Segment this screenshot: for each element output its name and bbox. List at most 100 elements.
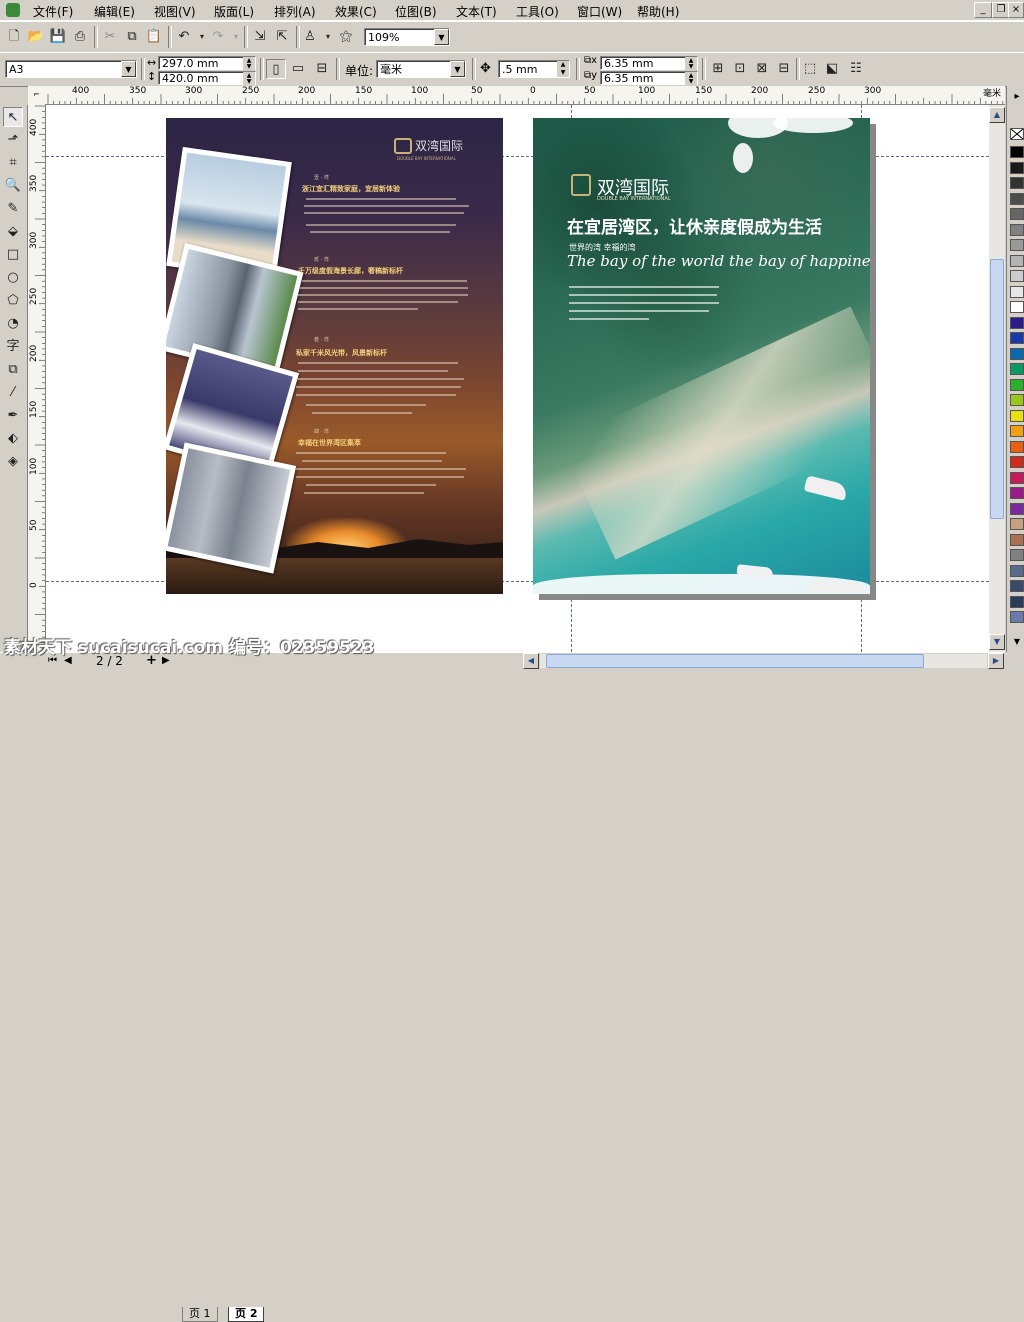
vertical-scroll-thumb[interactable] — [990, 259, 1004, 519]
page-layout-icon[interactable]: ⊟ — [312, 59, 332, 79]
horizontal-scroll-thumb[interactable] — [546, 654, 924, 668]
color-swatch[interactable] — [1010, 487, 1024, 499]
duplicate-y-field[interactable]: 6.35 mm — [600, 71, 698, 85]
text-tool-icon[interactable]: 字 — [3, 337, 23, 357]
color-swatch[interactable] — [1010, 611, 1024, 623]
snap-guidelines-icon[interactable]: ⊡ — [730, 59, 750, 79]
snap-objects-icon[interactable]: ⊠ — [752, 59, 772, 79]
menu-text[interactable]: 文本(T) — [456, 3, 497, 20]
color-swatch[interactable] — [1010, 564, 1024, 577]
fill-tool-icon[interactable]: ⬖ — [3, 429, 23, 449]
treat-as-filled-icon[interactable]: ⬚ — [800, 59, 820, 79]
basic-shapes-tool-icon[interactable]: ◔ — [3, 314, 23, 334]
tab-page-1[interactable]: 页 1 — [182, 1307, 218, 1322]
color-swatch[interactable] — [1010, 223, 1024, 236]
color-swatch[interactable] — [1010, 518, 1024, 530]
color-swatch[interactable] — [1010, 549, 1024, 561]
color-swatch[interactable] — [1010, 580, 1024, 592]
color-swatch[interactable] — [1010, 347, 1024, 360]
nudge-spin-up[interactable]: ▲ — [557, 61, 569, 69]
undo-icon[interactable]: ↶ — [174, 27, 194, 47]
menu-window[interactable]: 窗口(W) — [577, 3, 622, 20]
scroll-down-icon[interactable]: ▼ — [989, 634, 1005, 650]
zoom-tool-icon[interactable]: 🔍 — [3, 176, 23, 196]
page-1-artwork[interactable]: 双湾国际 DOUBLE BAY INTERNATIONAL 壹 · 湾 浙江宜汇… — [166, 118, 503, 594]
pick-tool-icon[interactable]: ↖ — [3, 107, 23, 127]
polygon-tool-icon[interactable]: ⬠ — [3, 291, 23, 311]
redo-icon[interactable]: ↷ — [208, 27, 228, 47]
dynamic-guides-icon[interactable]: ⊟ — [774, 59, 794, 79]
color-swatch[interactable] — [1010, 316, 1024, 329]
no-color-swatch[interactable] — [1010, 128, 1024, 140]
color-swatch[interactable] — [1010, 239, 1024, 251]
color-swatch[interactable] — [1010, 440, 1024, 453]
app-launcher-dropdown-icon[interactable]: ▾ — [318, 27, 338, 47]
close-icon[interactable]: × — [1008, 2, 1024, 18]
width-spin-down[interactable]: ▼ — [243, 63, 255, 71]
ruler-origin[interactable]: ⌐ — [28, 86, 46, 105]
nudge-spin-down[interactable]: ▼ — [557, 69, 569, 77]
height-spin-down[interactable]: ▼ — [243, 78, 255, 86]
color-swatch[interactable] — [1010, 285, 1024, 298]
dup-y-spin-down[interactable]: ▼ — [685, 78, 697, 86]
color-swatch[interactable] — [1010, 456, 1024, 468]
interactive-fill-tool-icon[interactable]: ◈ — [3, 452, 23, 472]
color-swatch[interactable] — [1010, 208, 1024, 220]
color-swatch[interactable] — [1010, 270, 1024, 282]
freehand-tool-icon[interactable]: ✎ — [3, 199, 23, 219]
drawing-canvas[interactable]: 双湾国际 DOUBLE BAY INTERNATIONAL 壹 · 湾 浙江宜汇… — [46, 105, 989, 652]
cut-icon[interactable]: ✂ — [100, 27, 120, 47]
scroll-left-icon[interactable]: ◀ — [523, 653, 539, 669]
app-icon[interactable] — [6, 3, 20, 17]
color-swatch[interactable] — [1010, 471, 1024, 484]
menu-arrange[interactable]: 排列(A) — [274, 3, 316, 20]
smart-fill-tool-icon[interactable]: ⬙ — [3, 222, 23, 242]
eyedropper-tool-icon[interactable]: ⁄ — [3, 383, 23, 403]
zoom-dropdown-icon[interactable]: ▼ — [434, 29, 449, 45]
tab-page-2[interactable]: 页 2 — [228, 1307, 265, 1322]
palette-scroll-down-icon[interactable]: ▼ — [1010, 635, 1024, 649]
open-icon[interactable]: 📂 — [26, 27, 46, 47]
scroll-up-icon[interactable]: ▲ — [989, 107, 1005, 123]
color-swatch[interactable] — [1010, 177, 1024, 189]
outline-tool-icon[interactable]: ✒ — [3, 406, 23, 426]
scroll-right-icon[interactable]: ▶ — [988, 653, 1004, 669]
color-swatch[interactable] — [1010, 363, 1024, 375]
units-dropdown-icon[interactable]: ▼ — [450, 61, 465, 77]
crop-tool-icon[interactable]: ⌗ — [3, 153, 23, 173]
menu-file[interactable]: 文件(F) — [33, 3, 73, 20]
menu-bitmaps[interactable]: 位图(B) — [395, 3, 437, 20]
page-2-artwork[interactable]: 双湾国际 DOUBLE BAY INTERNATIONAL 在宜居湾区，让休亲度… — [533, 118, 870, 594]
app-launcher-icon[interactable]: ♙ — [300, 27, 320, 47]
color-swatch[interactable] — [1010, 394, 1024, 406]
color-swatch[interactable] — [1010, 425, 1024, 437]
menu-effects[interactable]: 效果(C) — [335, 3, 377, 20]
paste-icon[interactable]: 📋 — [144, 27, 164, 47]
minimize-icon[interactable]: _ — [974, 2, 992, 18]
paper-size-select[interactable]: A3 — [5, 60, 137, 78]
export-icon[interactable]: ⇱ — [272, 27, 292, 47]
draw-complex-icon[interactable]: ⬕ — [822, 59, 842, 79]
palette-menu-icon[interactable]: ▸ — [1010, 90, 1024, 104]
menu-help[interactable]: 帮助(H) — [637, 3, 679, 20]
landscape-icon[interactable]: ▭ — [288, 59, 308, 79]
vertical-scrollbar[interactable]: ▲ ▼ — [989, 105, 1005, 652]
duplicate-x-field[interactable]: 6.35 mm — [600, 56, 698, 70]
redo-dropdown-icon[interactable]: ▾ — [226, 27, 246, 47]
shape-tool-icon[interactable]: ⬏ — [3, 130, 23, 150]
ellipse-tool-icon[interactable]: ○ — [3, 268, 23, 288]
color-swatch[interactable] — [1010, 595, 1024, 608]
portrait-icon[interactable]: ▯ — [266, 59, 286, 79]
interactive-blend-tool-icon[interactable]: ⧉ — [3, 360, 23, 380]
color-swatch[interactable] — [1010, 301, 1024, 313]
color-swatch[interactable] — [1010, 533, 1024, 546]
horizontal-ruler[interactable]: 400 350 300 250 200 150 100 50 0 50 100 … — [45, 86, 1005, 105]
snap-grid-icon[interactable]: ⊞ — [708, 59, 728, 79]
color-swatch[interactable] — [1010, 502, 1024, 515]
color-swatch[interactable] — [1010, 254, 1024, 267]
corel-online-icon[interactable]: ⚝ — [336, 27, 356, 47]
menu-edit[interactable]: 编辑(E) — [94, 3, 135, 20]
paper-size-dropdown-icon[interactable]: ▼ — [121, 61, 136, 77]
page-height-field[interactable]: 420.0 mm — [158, 71, 256, 85]
color-swatch[interactable] — [1010, 378, 1024, 391]
